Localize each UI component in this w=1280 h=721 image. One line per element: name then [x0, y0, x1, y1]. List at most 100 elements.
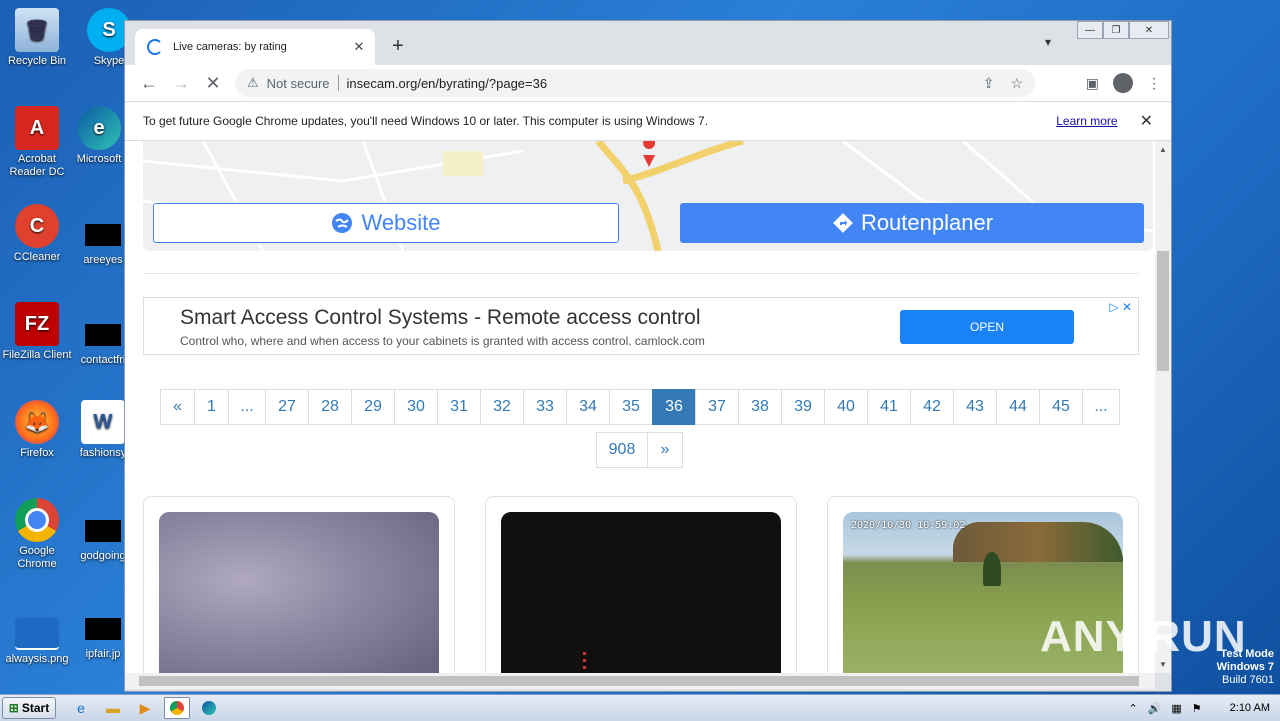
clock[interactable]: 2:10 AM	[1230, 702, 1270, 714]
taskbar: ⊞ Start e ▬ ▶ ⌃ 🔊 ▦ ⚑ 2:10 AM	[0, 694, 1280, 721]
chrome-taskbar-icon[interactable]	[164, 697, 190, 719]
internet-explorer-icon[interactable]: e	[68, 697, 94, 719]
page-link[interactable]: 43	[953, 389, 997, 425]
word-document-icon: W	[81, 400, 125, 444]
file-explorer-icon[interactable]: ▬	[100, 697, 126, 719]
page-link[interactable]: 908	[596, 432, 648, 468]
globe-icon	[331, 212, 353, 234]
vertical-scrollbar[interactable]: ▲ ▼	[1155, 141, 1171, 673]
page-link[interactable]: «	[160, 389, 195, 425]
camera-card[interactable]	[485, 496, 797, 673]
side-panel-icon[interactable]: ▣	[1086, 75, 1099, 92]
scroll-thumb[interactable]	[1157, 251, 1169, 371]
ad-choices-icon[interactable]: ▷ ✕	[1109, 300, 1132, 314]
ad-description: Control who, where and when access to yo…	[180, 334, 705, 348]
menu-kebab-icon[interactable]: ⋮	[1147, 75, 1161, 92]
new-tab-button[interactable]: +	[387, 35, 409, 58]
network-icon[interactable]: ▦	[1171, 702, 1181, 715]
camera-thumbnail[interactable]	[501, 512, 781, 673]
tab-search-chevron-icon[interactable]: ▾	[1045, 35, 1051, 49]
share-icon[interactable]: ⇪	[983, 75, 995, 92]
browser-window: Live cameras: by rating ✕ + ▾ — ❐ ✕ ← → …	[124, 20, 1172, 692]
learn-more-link[interactable]: Learn more	[1056, 114, 1117, 128]
system-tray: ⌃ 🔊 ▦ ⚑ 2:10 AM	[1128, 702, 1270, 715]
desktop-icon-chrome[interactable]: Google Chrome	[0, 498, 74, 571]
page-viewport: Website Routenplaner Smart Access Contro…	[125, 141, 1155, 673]
page-link[interactable]: 29	[351, 389, 395, 425]
update-infobar: To get future Google Chrome updates, you…	[125, 101, 1171, 141]
edge-icon: e	[77, 106, 121, 150]
start-button[interactable]: ⊞ Start	[2, 697, 56, 719]
page-link[interactable]: 36	[652, 389, 696, 425]
route-planner-label: Routenplaner	[860, 210, 994, 235]
address-bar[interactable]: ⚠ Not secure insecam.org/en/byrating/?pa…	[235, 69, 1035, 97]
page-link[interactable]: 32	[480, 389, 524, 425]
page-link[interactable]: 38	[738, 389, 782, 425]
file-thumbnail-icon	[85, 324, 121, 346]
map-embed[interactable]: Website Routenplaner	[143, 141, 1153, 251]
page-link[interactable]: 42	[910, 389, 954, 425]
page-link[interactable]: 45	[1039, 389, 1083, 425]
url-text[interactable]: insecam.org/en/byrating/?page=36	[347, 76, 548, 91]
media-player-icon[interactable]: ▶	[132, 697, 158, 719]
page-link[interactable]: 44	[996, 389, 1040, 425]
page-link[interactable]: 40	[824, 389, 868, 425]
edge-taskbar-icon[interactable]	[196, 697, 222, 719]
tab-close-icon[interactable]: ✕	[349, 39, 369, 55]
page-link[interactable]: 27	[265, 389, 309, 425]
action-center-flag-icon[interactable]: ⚑	[1192, 702, 1202, 715]
website-label: Website	[361, 210, 441, 235]
os-label: Windows 7	[1216, 661, 1274, 673]
tray-expand-icon[interactable]: ⌃	[1128, 702, 1137, 715]
bookmark-star-icon[interactable]: ☆	[1010, 75, 1023, 92]
browser-toolbar: ← → ✕ ⚠ Not secure insecam.org/en/byrati…	[125, 65, 1171, 101]
volume-icon[interactable]: 🔊	[1148, 702, 1162, 715]
page-link[interactable]: 34	[566, 389, 610, 425]
warning-icon: ⚠	[247, 75, 259, 90]
page-link[interactable]: ...	[228, 389, 266, 425]
back-arrow-icon[interactable]: ←	[133, 73, 165, 94]
page-link[interactable]: 31	[437, 389, 481, 425]
recycle-bin-icon: 🗑	[15, 8, 59, 52]
ad-headline[interactable]: Smart Access Control Systems - Remote ac…	[180, 306, 701, 330]
desktop-icon-recycle-bin[interactable]: 🗑 Recycle Bin	[0, 8, 74, 68]
divider	[143, 273, 1139, 274]
hillside-trees	[953, 522, 1123, 562]
page-link[interactable]: 33	[523, 389, 567, 425]
tab-strip: Live cameras: by rating ✕ + ▾ — ❐ ✕	[125, 21, 1171, 65]
camera-thumbnail[interactable]	[159, 512, 439, 673]
desktop-icon-firefox[interactable]: 🦊 Firefox	[0, 400, 74, 460]
ad-open-button[interactable]: OPEN	[900, 310, 1074, 344]
page-link[interactable]: 35	[609, 389, 653, 425]
page-link[interactable]: »	[647, 432, 683, 468]
scroll-up-arrow-icon[interactable]: ▲	[1155, 145, 1171, 154]
infobar-message: To get future Google Chrome updates, you…	[143, 114, 709, 128]
forward-arrow-icon[interactable]: →	[165, 73, 197, 94]
page-link[interactable]: 41	[867, 389, 911, 425]
camera-card[interactable]	[143, 496, 455, 673]
maximize-button[interactable]: ❐	[1103, 21, 1129, 39]
profile-avatar-icon[interactable]	[1113, 73, 1133, 93]
desktop-icon-ccleaner[interactable]: C CCleaner	[0, 204, 74, 264]
ad-banner[interactable]: Smart Access Control Systems - Remote ac…	[143, 297, 1139, 355]
tab-live-cameras[interactable]: Live cameras: by rating ✕	[135, 29, 375, 65]
horizontal-scrollbar[interactable]	[125, 673, 1155, 689]
close-window-button[interactable]: ✕	[1129, 21, 1169, 39]
page-link[interactable]: 1	[194, 389, 229, 425]
desktop-icon-filezilla[interactable]: FZ FileZilla Client	[0, 302, 74, 362]
page-link[interactable]: 39	[781, 389, 825, 425]
page-link[interactable]: ...	[1082, 389, 1120, 425]
pagination-row-2: 908»	[596, 432, 683, 468]
minimize-button[interactable]: —	[1077, 21, 1103, 39]
pagination: «1... 27 28 29 30 31 32 33 34 35 36 37 38 39 40 41 42 43 4…	[160, 389, 1120, 425]
horizontal-scroll-thumb[interactable]	[139, 676, 1139, 686]
page-link[interactable]: 28	[308, 389, 352, 425]
stop-loading-icon[interactable]: ✕	[197, 73, 229, 94]
infobar-close-icon[interactable]: ✕	[1140, 111, 1153, 131]
website-button[interactable]: Website	[153, 203, 619, 243]
camera-timestamp: 2020/10/30 10:59:02	[851, 520, 966, 531]
page-link[interactable]: 37	[695, 389, 739, 425]
desktop-icon-alwaysis[interactable]: alwaysis.png	[0, 606, 74, 666]
route-planner-button[interactable]: Routenplaner	[680, 203, 1144, 243]
page-link[interactable]: 30	[394, 389, 438, 425]
